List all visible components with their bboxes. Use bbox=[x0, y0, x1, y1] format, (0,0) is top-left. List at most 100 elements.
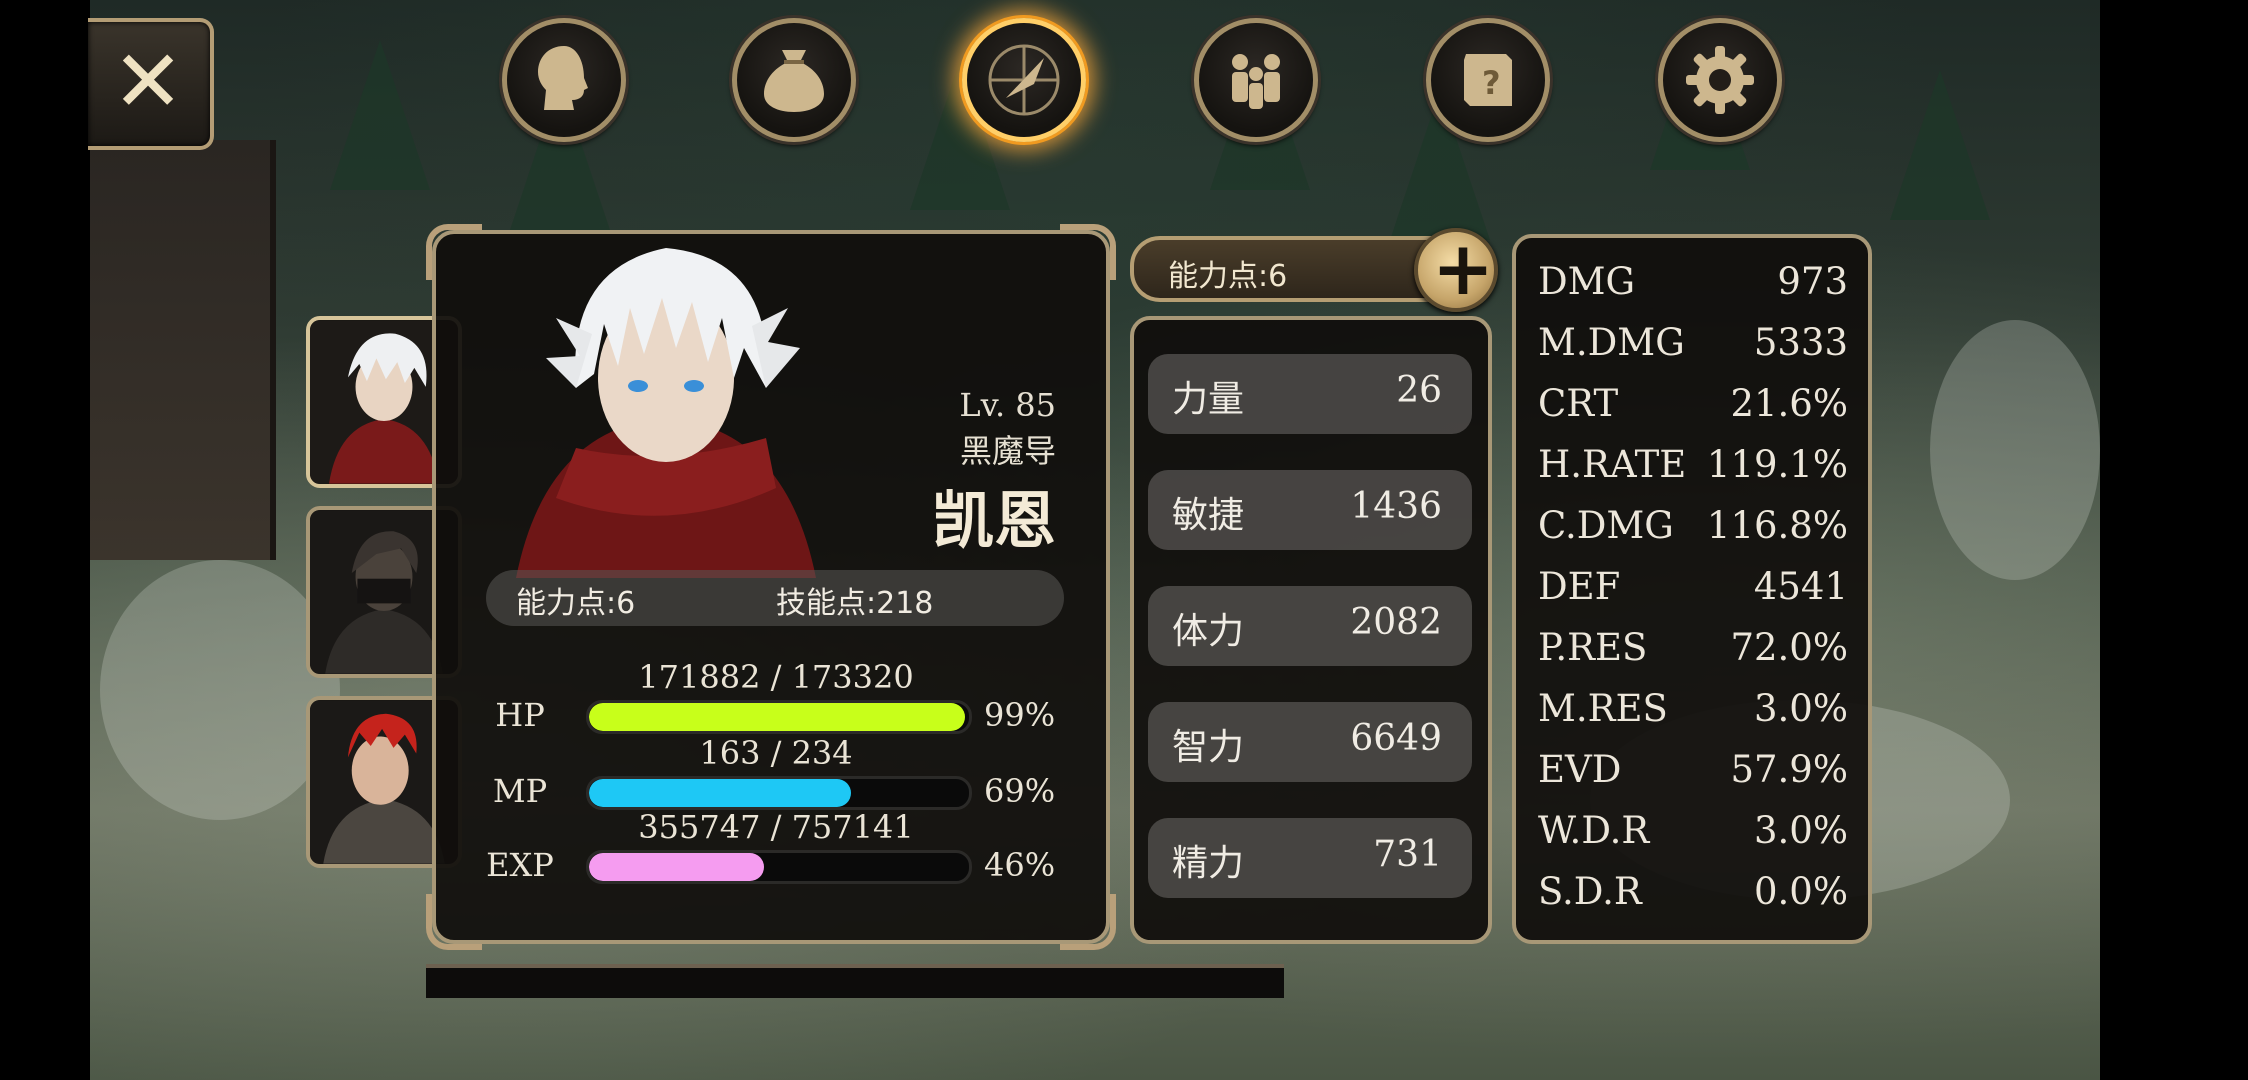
stat-key: M.RES bbox=[1538, 687, 1668, 730]
stat-row-crt: CRT 21.6% bbox=[1538, 382, 1848, 442]
stat-row-evd: EVD 57.9% bbox=[1538, 748, 1848, 808]
attribute-row-agility[interactable]: 敏捷 1436 bbox=[1148, 470, 1472, 550]
tab-skills[interactable] bbox=[962, 18, 1086, 142]
stat-key: DMG bbox=[1538, 260, 1636, 303]
stat-key: CRT bbox=[1538, 382, 1619, 425]
attribute-row-intelligence[interactable]: 智力 6649 bbox=[1148, 702, 1472, 782]
attribute-name: 体力 bbox=[1172, 611, 1245, 652]
character-portrait bbox=[516, 248, 816, 578]
tab-character[interactable] bbox=[502, 18, 626, 142]
attribute-name: 智力 bbox=[1172, 727, 1245, 768]
attribute-value: 2082 bbox=[1350, 602, 1442, 643]
svg-text:?: ? bbox=[1482, 64, 1501, 102]
mp-percent: 69% bbox=[984, 772, 1056, 810]
stat-row-cdmg: C.DMG 116.8% bbox=[1538, 504, 1848, 564]
stat-value: 3.0% bbox=[1754, 687, 1848, 730]
ability-points-header: 能力点:6 bbox=[1130, 236, 1460, 302]
stat-row-mdmg: M.DMG 5333 bbox=[1538, 321, 1848, 381]
stat-key: M.DMG bbox=[1538, 321, 1685, 364]
stat-value: 72.0% bbox=[1730, 626, 1848, 669]
stat-row-sdr: S.D.R 0.0% bbox=[1538, 870, 1848, 930]
add-ability-point-button[interactable]: + bbox=[1414, 226, 1498, 312]
attribute-value: 731 bbox=[1373, 834, 1442, 875]
hp-bar bbox=[586, 700, 972, 734]
stat-key: S.D.R bbox=[1538, 870, 1642, 913]
close-icon: ✕ bbox=[112, 32, 185, 132]
exp-bar-fill bbox=[589, 853, 764, 881]
stat-row-mres: M.RES 3.0% bbox=[1538, 687, 1848, 747]
mp-label: MP bbox=[492, 772, 548, 810]
pine-tree bbox=[330, 40, 430, 190]
stat-value: 5333 bbox=[1753, 321, 1848, 364]
attribute-row-spirit[interactable]: 精力 731 bbox=[1148, 818, 1472, 898]
stat-key: C.DMG bbox=[1538, 504, 1674, 547]
gear-icon bbox=[1686, 46, 1754, 114]
stat-value: 973 bbox=[1777, 260, 1848, 303]
character-class: 黑魔导 bbox=[959, 432, 1056, 470]
stat-row-pres: P.RES 72.0% bbox=[1538, 626, 1848, 686]
combat-stats-panel: DMG 973 M.DMG 5333 CRT 21.6% H.RATE 119.… bbox=[1512, 234, 1872, 944]
attribute-name: 力量 bbox=[1172, 379, 1245, 420]
hp-label: HP bbox=[495, 696, 545, 734]
exp-value: 355747 / 757141 bbox=[638, 808, 914, 846]
stat-value: 21.6% bbox=[1730, 382, 1848, 425]
character-level: Lv. 85 bbox=[959, 386, 1056, 424]
stat-row-dmg: DMG 973 bbox=[1538, 260, 1848, 320]
attribute-name: 敏捷 bbox=[1172, 495, 1245, 536]
plus-icon: + bbox=[1432, 226, 1495, 312]
attribute-row-strength[interactable]: 力量 26 bbox=[1148, 354, 1472, 434]
pine-tree bbox=[1890, 70, 1990, 220]
snow-patch bbox=[100, 560, 340, 820]
ability-points-label: 能力点:6 bbox=[516, 586, 636, 621]
attribute-value: 6649 bbox=[1350, 718, 1442, 759]
panel-corner bbox=[426, 224, 482, 280]
party-icon bbox=[1232, 54, 1280, 109]
head-icon bbox=[538, 46, 588, 110]
chat-bar bbox=[426, 964, 1284, 998]
tab-settings[interactable] bbox=[1658, 18, 1782, 142]
skill-compass-icon bbox=[988, 44, 1060, 116]
attribute-row-stamina[interactable]: 体力 2082 bbox=[1148, 586, 1472, 666]
exp-bar bbox=[586, 850, 972, 884]
stat-key: DEF bbox=[1538, 565, 1621, 608]
tab-inventory[interactable] bbox=[732, 18, 856, 142]
snow-patch bbox=[1930, 320, 2100, 580]
panel-corner bbox=[1060, 224, 1116, 280]
attributes-panel: 力量 26 敏捷 1436 体力 2082 智力 6649 精力 731 bbox=[1130, 316, 1492, 944]
exp-percent: 46% bbox=[984, 846, 1056, 884]
stat-row-wdr: W.D.R 3.0% bbox=[1538, 809, 1848, 869]
stat-key: W.D.R bbox=[1538, 809, 1650, 852]
stat-key: P.RES bbox=[1538, 626, 1648, 669]
stat-value: 3.0% bbox=[1754, 809, 1848, 852]
stat-value: 57.9% bbox=[1730, 748, 1848, 791]
exp-label: EXP bbox=[486, 846, 554, 884]
bag-icon bbox=[764, 50, 824, 112]
panel-corner bbox=[426, 894, 482, 950]
attribute-value: 26 bbox=[1396, 370, 1442, 411]
stat-value: 4541 bbox=[1753, 565, 1848, 608]
mp-value: 163 / 234 bbox=[699, 734, 853, 772]
stat-value: 119.1% bbox=[1706, 443, 1848, 486]
stat-key: H.RATE bbox=[1538, 443, 1687, 486]
hp-bar-fill bbox=[589, 703, 966, 731]
mp-bar-fill bbox=[589, 779, 852, 807]
stat-key: EVD bbox=[1538, 748, 1622, 791]
stat-row-hrate: H.RATE 119.1% bbox=[1538, 443, 1848, 503]
mp-bar bbox=[586, 776, 972, 810]
hp-percent: 99% bbox=[984, 696, 1056, 734]
stat-value: 0.0% bbox=[1754, 870, 1848, 913]
skill-points-label: 技能点:218 bbox=[776, 586, 934, 621]
character-name: 凯恩 bbox=[931, 484, 1056, 557]
panel-corner bbox=[1060, 894, 1116, 950]
tab-quests[interactable]: ? bbox=[1426, 18, 1550, 142]
house-building bbox=[90, 140, 276, 560]
close-button[interactable]: ✕ bbox=[88, 18, 214, 150]
stat-value: 116.8% bbox=[1706, 504, 1848, 547]
quest-scroll-icon: ? bbox=[1464, 54, 1512, 106]
attribute-name: 精力 bbox=[1172, 843, 1245, 884]
attribute-value: 1436 bbox=[1350, 486, 1442, 527]
stat-row-def: DEF 4541 bbox=[1538, 565, 1848, 625]
tab-party[interactable] bbox=[1194, 18, 1318, 142]
hp-value: 171882 / 173320 bbox=[638, 658, 914, 696]
ability-points-header-label: 能力点:6 bbox=[1168, 259, 1288, 294]
